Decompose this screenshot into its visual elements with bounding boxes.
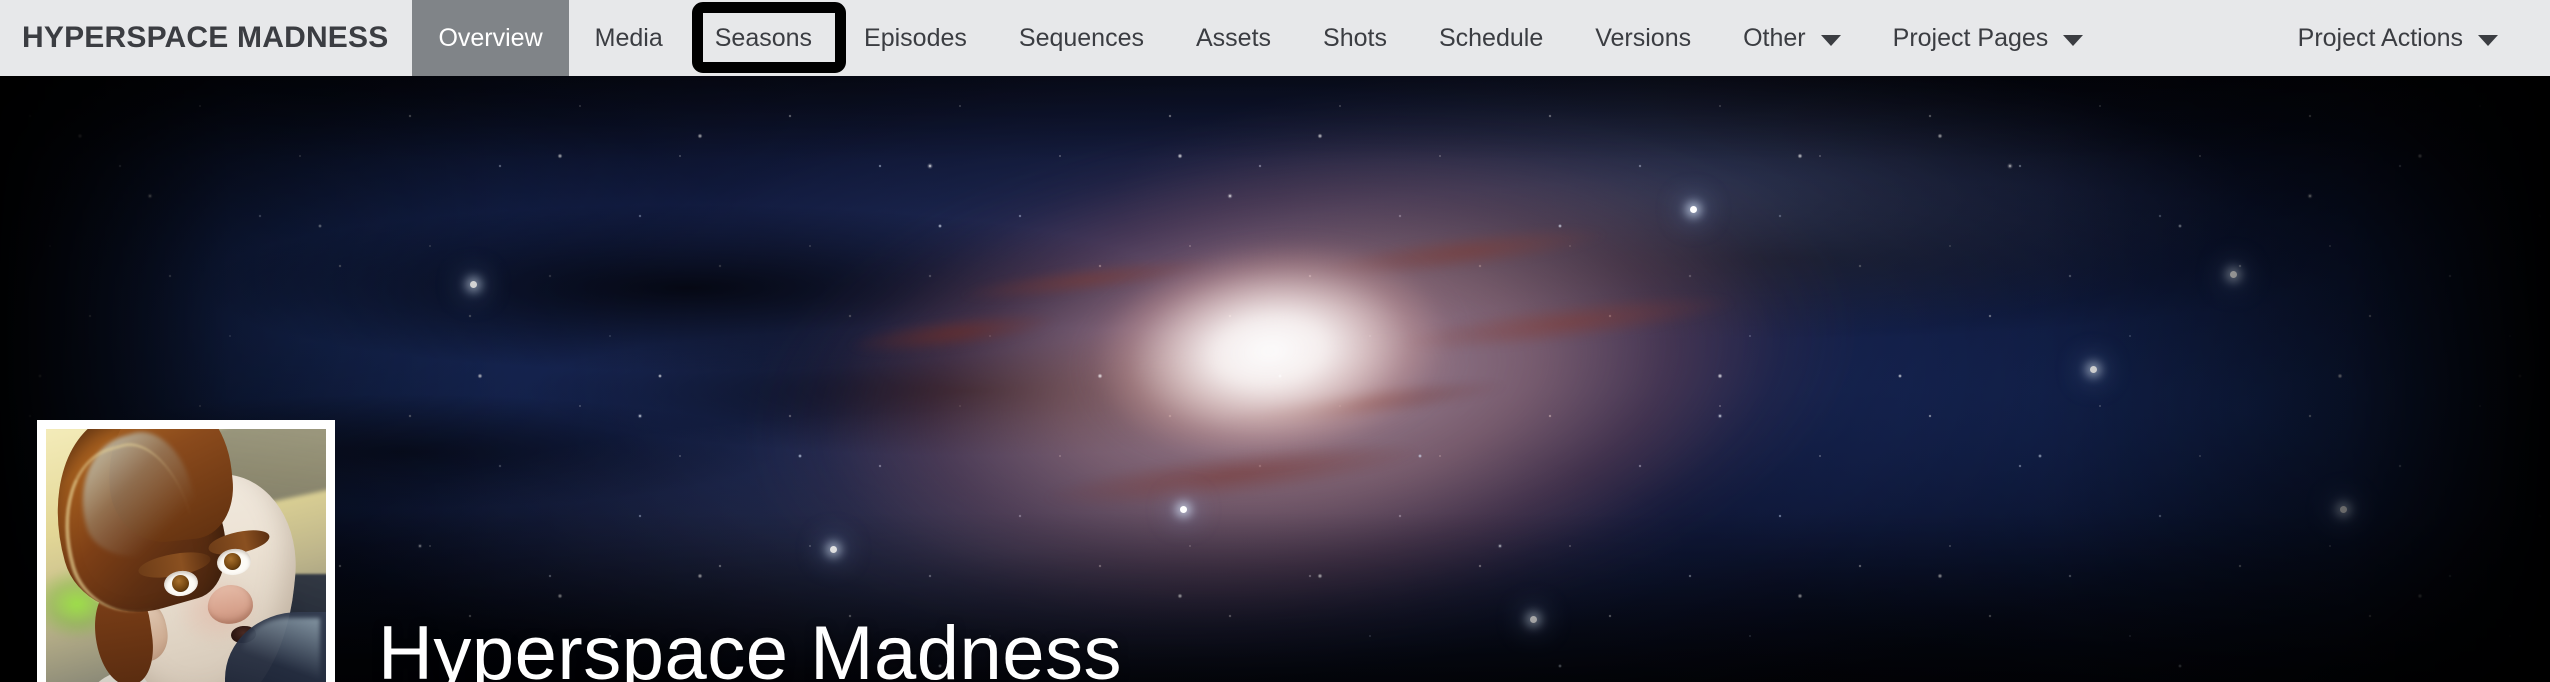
tab-other-label: Other	[1743, 23, 1806, 52]
tab-assets[interactable]: Assets	[1170, 0, 1297, 76]
tab-media[interactable]: Media	[569, 0, 689, 76]
tab-assets-label: Assets	[1196, 23, 1272, 52]
tab-media-label: Media	[594, 23, 663, 52]
brand-title: HYPERSPACE MADNESS	[22, 21, 389, 54]
character-pupil-right	[223, 552, 242, 570]
tab-episodes[interactable]: Episodes	[838, 0, 993, 76]
tab-sequences[interactable]: Sequences	[993, 0, 1170, 76]
tab-shots-label: Shots	[1323, 23, 1387, 52]
tab-episodes-label: Episodes	[864, 23, 967, 52]
tab-project-pages[interactable]: Project Pages	[1867, 0, 2110, 76]
chevron-down-icon	[2063, 34, 2084, 46]
tab-sequences-label: Sequences	[1018, 23, 1144, 52]
tab-seasons-label: Seasons	[714, 23, 813, 52]
tab-versions-label: Versions	[1595, 23, 1692, 52]
chevron-down-icon	[2478, 34, 2498, 46]
tab-seasons[interactable]: Seasons	[689, 0, 838, 76]
tab-other[interactable]: Other	[1717, 0, 1867, 76]
project-banner: Hyperspace Madness	[0, 76, 2550, 682]
thumbnail-artwork	[46, 429, 326, 682]
tab-project-pages-label: Project Pages	[1892, 23, 2049, 52]
tab-overview[interactable]: Overview	[412, 0, 569, 76]
tab-schedule[interactable]: Schedule	[1413, 0, 1569, 76]
vignette-layer	[0, 76, 2550, 682]
tab-versions[interactable]: Versions	[1569, 0, 1717, 76]
nav-items: Overview Media Seasons Episodes Sequence…	[412, 0, 2109, 76]
character-portrait-thumbnail[interactable]	[37, 420, 335, 682]
nav-right-group: Project Actions	[2272, 0, 2550, 76]
galaxy-nebula-starfield-image	[0, 76, 2550, 682]
project-actions-label: Project Actions	[2297, 23, 2463, 52]
tab-overview-label: Overview	[438, 23, 543, 52]
chevron-down-icon	[1820, 34, 1841, 46]
page-title: Hyperspace Madness	[378, 611, 1123, 682]
project-actions-menu[interactable]: Project Actions	[2272, 24, 2524, 53]
tab-schedule-label: Schedule	[1438, 23, 1544, 52]
top-navigation-bar: HYPERSPACE MADNESS Overview Media Season…	[0, 0, 2550, 76]
tab-shots[interactable]: Shots	[1297, 0, 1413, 76]
